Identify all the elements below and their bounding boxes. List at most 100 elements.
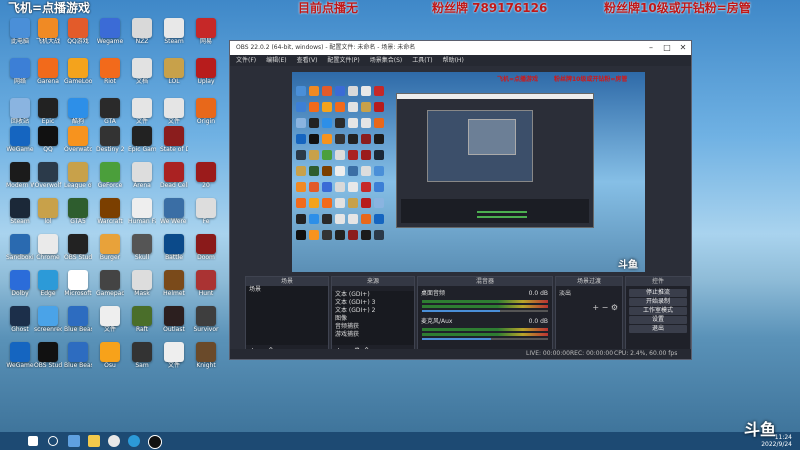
desktop-icon[interactable]: Knight <box>192 342 220 376</box>
source-item[interactable]: 图像 <box>332 315 414 323</box>
desktop-icon[interactable]: Warcraft <box>96 198 124 232</box>
desktop-icon[interactable]: 20 <box>192 162 220 196</box>
desktop-icon[interactable]: Overwolf <box>34 162 62 196</box>
desktop-icon[interactable]: Gamepad <box>96 270 124 304</box>
desktop-icon[interactable]: 网易 <box>192 18 220 52</box>
desktop-icon[interactable]: WeGame <box>6 342 34 376</box>
desktop-icon[interactable]: Hunt <box>192 270 220 304</box>
desktop-icon[interactable]: lol <box>34 198 62 232</box>
desktop-icon[interactable]: GeForce <box>96 162 124 196</box>
obs-window[interactable]: OBS 22.0.2 (64-bit, windows) - 配置文件: 未命名… <box>229 40 692 360</box>
settings-button[interactable]: 设置 <box>629 316 687 324</box>
desktop-icon[interactable]: Destiny 2 <box>96 126 124 160</box>
menu-help[interactable]: 帮助(H) <box>443 55 464 66</box>
desktop-icon[interactable]: 飞机大战 <box>34 18 62 52</box>
desktop-icon[interactable]: Arena <box>128 162 156 196</box>
maximize-icon[interactable]: □ <box>659 41 675 55</box>
desktop-icon[interactable]: LOL <box>160 58 188 92</box>
desktop-icon[interactable]: QQ <box>34 126 62 160</box>
windows-start-icon[interactable] <box>28 436 38 446</box>
desktop-icon[interactable]: Blue Beast <box>64 306 92 340</box>
desktop-icon[interactable]: 此电脑 <box>6 18 34 52</box>
minimize-icon[interactable]: – <box>643 41 659 55</box>
desktop-icon[interactable]: OBS Studio <box>64 234 92 268</box>
desktop-icon[interactable]: OBS Studio <box>34 342 62 376</box>
desktop-icon[interactable]: Dead Cells <box>160 162 188 196</box>
chrome-icon[interactable] <box>108 435 120 447</box>
desktop-icon[interactable]: 文件 <box>96 306 124 340</box>
source-item[interactable]: 音频捕获 <box>332 323 414 331</box>
desktop-icon[interactable]: Survivor <box>192 306 220 340</box>
desktop-icon[interactable]: Origin <box>192 98 220 132</box>
studio-mode-button[interactable]: 工作室模式 <box>629 307 687 315</box>
desktop-icon[interactable]: Fe <box>192 198 220 232</box>
menu-scene-collection[interactable]: 场景集合(S) <box>370 55 403 66</box>
desktop-icon[interactable]: WeGame <box>6 126 34 160</box>
scene-item[interactable]: 场景 <box>246 286 328 294</box>
obs-titlebar[interactable]: OBS 22.0.2 (64-bit, windows) - 配置文件: 未命名… <box>230 41 691 55</box>
desktop-icon[interactable]: Steam <box>160 18 188 52</box>
desktop-icon[interactable]: Modern Warfare <box>6 162 34 196</box>
desktop-icon[interactable]: Chrome <box>34 234 62 268</box>
source-item[interactable]: 文本 (GDI+) 2 <box>332 307 414 315</box>
edge-icon[interactable] <box>128 435 140 447</box>
desktop-icon[interactable]: Garena <box>34 58 62 92</box>
desktop-icon[interactable]: Overwatch <box>64 126 92 160</box>
desktop-icon[interactable]: 文档 <box>128 58 156 92</box>
close-icon[interactable]: ✕ <box>675 41 691 55</box>
source-item[interactable]: 文本 (GDI+) 3 <box>332 299 414 307</box>
source-item[interactable]: 文本 (GDI+) <box>332 291 414 299</box>
desktop-icon[interactable]: Battle <box>160 234 188 268</box>
menu-tools[interactable]: 工具(T) <box>412 55 432 66</box>
mixer-volume-slider[interactable] <box>422 310 548 312</box>
menu-view[interactable]: 查看(V) <box>297 55 318 66</box>
desktop-icon[interactable]: GTA5 <box>64 198 92 232</box>
start-recording-button[interactable]: 开始录制 <box>629 298 687 306</box>
desktop-icon[interactable]: Microsoft <box>64 270 92 304</box>
desktop-icon[interactable]: Uplay <box>192 58 220 92</box>
obs-taskbar-icon[interactable] <box>148 435 162 449</box>
desktop-icon[interactable]: Skull <box>128 234 156 268</box>
transition-buttons[interactable]: + − ⚙ <box>592 303 618 312</box>
desktop-icon[interactable]: State of Decay 2 <box>160 126 188 160</box>
desktop-icon[interactable]: 文件 <box>160 342 188 376</box>
desktop-icon[interactable]: Steam <box>6 198 34 232</box>
desktop-icon[interactable]: NZZ <box>128 18 156 52</box>
desktop-icon[interactable]: Dolby <box>6 270 34 304</box>
desktop-icon[interactable]: GameLoop <box>64 58 92 92</box>
desktop-icon[interactable]: Raft <box>128 306 156 340</box>
preview-app-icon <box>361 198 371 208</box>
desktop-icon[interactable]: Riot <box>96 58 124 92</box>
desktop-icon[interactable]: Burger <box>96 234 124 268</box>
exit-button[interactable]: 退出 <box>629 325 687 333</box>
source-item[interactable]: 游戏捕获 <box>332 331 414 339</box>
desktop-icon[interactable]: League of Legends <box>64 162 92 196</box>
desktop-icon[interactable]: Epic Games Launcher <box>128 126 156 160</box>
desktop-icon[interactable]: Sandboxie <box>6 234 34 268</box>
desktop-icon[interactable]: screenrecorder <box>34 306 62 340</box>
obs-preview[interactable]: 飞机=点播游戏 粉丝牌10级或开钻粉=房管 斗鱼 <box>292 72 645 272</box>
desktop-icon[interactable]: Osu <box>96 342 124 376</box>
menu-edit[interactable]: 编辑(E) <box>266 55 286 66</box>
desktop-icon[interactable]: Sam <box>128 342 156 376</box>
desktop-icon[interactable]: Edge <box>34 270 62 304</box>
stop-streaming-button[interactable]: 停止推流 <box>629 289 687 297</box>
search-icon[interactable] <box>48 436 58 446</box>
desktop-icon[interactable]: Doom <box>192 234 220 268</box>
menu-file[interactable]: 文件(F) <box>236 55 256 66</box>
transition-select[interactable]: 淡出 <box>556 290 622 298</box>
menu-profile[interactable]: 配置文件(P) <box>327 55 359 66</box>
desktop-icon[interactable]: Outlast <box>160 306 188 340</box>
desktop-icon[interactable]: Human Fall Flat <box>128 198 156 232</box>
desktop-icon[interactable]: QQ游戏 <box>64 18 92 52</box>
desktop-icon[interactable]: Ghost <box>6 306 34 340</box>
file-explorer-icon[interactable] <box>88 435 100 447</box>
desktop-icon[interactable]: Mask <box>128 270 156 304</box>
mixer-volume-slider[interactable] <box>422 338 548 340</box>
desktop-icon[interactable]: Blue Beast <box>64 342 92 376</box>
desktop-icon[interactable]: 网络 <box>6 58 34 92</box>
desktop-icon[interactable]: Wegame <box>96 18 124 52</box>
desktop-icon[interactable]: We Were Here <box>160 198 188 232</box>
task-view-icon[interactable] <box>68 435 80 447</box>
desktop-icon[interactable]: Helmet <box>160 270 188 304</box>
